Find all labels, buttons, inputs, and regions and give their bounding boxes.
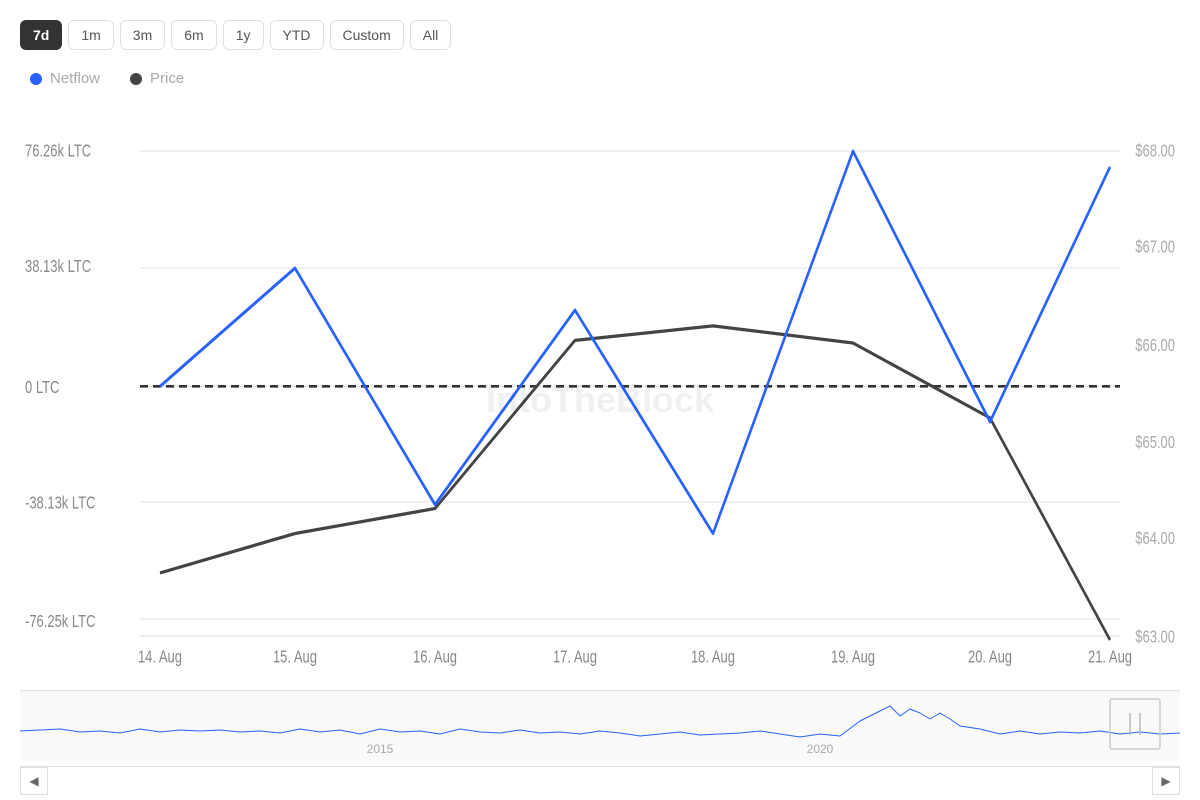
svg-text:-38.13k LTC: -38.13k LTC bbox=[25, 494, 96, 513]
legend-price: Price bbox=[130, 70, 184, 87]
svg-text:-76.25k LTC: -76.25k LTC bbox=[25, 612, 96, 631]
chart-legend: Netflow Price bbox=[20, 70, 1180, 87]
svg-text:2020: 2020 bbox=[807, 742, 834, 756]
btn-1m[interactable]: 1m bbox=[68, 20, 113, 50]
svg-text:17. Aug: 17. Aug bbox=[553, 648, 597, 667]
svg-text:15. Aug: 15. Aug bbox=[273, 648, 317, 667]
price-line bbox=[160, 326, 1110, 640]
netflow-dot bbox=[30, 73, 42, 85]
svg-text:76.26k LTC: 76.26k LTC bbox=[25, 142, 91, 161]
svg-text:2015: 2015 bbox=[367, 742, 394, 756]
svg-text:$63.00: $63.00 bbox=[1135, 628, 1175, 647]
mini-chart-container: 2015 2020 ◀ ▶ bbox=[20, 690, 1180, 790]
main-chart: IntoTheBlock 76.26k LTC 38.13k LTC 0 LTC… bbox=[20, 117, 1180, 682]
main-chart-svg: 76.26k LTC 38.13k LTC 0 LTC -38.13k LTC … bbox=[20, 117, 1180, 682]
btn-custom[interactable]: Custom bbox=[330, 20, 404, 50]
nav-right-arrow[interactable]: ▶ bbox=[1152, 767, 1180, 795]
btn-all[interactable]: All bbox=[410, 20, 452, 50]
svg-text:16. Aug: 16. Aug bbox=[413, 648, 457, 667]
btn-ytd[interactable]: YTD bbox=[270, 20, 324, 50]
btn-3m[interactable]: 3m bbox=[120, 20, 165, 50]
svg-text:21. Aug: 21. Aug bbox=[1088, 648, 1132, 667]
btn-1y[interactable]: 1y bbox=[223, 20, 264, 50]
btn-6m[interactable]: 6m bbox=[171, 20, 216, 50]
btn-7d[interactable]: 7d bbox=[20, 20, 62, 50]
svg-text:$68.00: $68.00 bbox=[1135, 142, 1175, 161]
svg-text:0 LTC: 0 LTC bbox=[25, 378, 59, 397]
svg-text:$65.00: $65.00 bbox=[1135, 433, 1175, 452]
svg-text:20. Aug: 20. Aug bbox=[968, 648, 1012, 667]
svg-text:$67.00: $67.00 bbox=[1135, 238, 1175, 257]
netflow-line bbox=[160, 151, 1110, 533]
nav-left-arrow[interactable]: ◀ bbox=[20, 767, 48, 795]
netflow-label: Netflow bbox=[50, 70, 100, 87]
price-label: Price bbox=[150, 70, 184, 87]
svg-text:$66.00: $66.00 bbox=[1135, 336, 1175, 355]
price-dot bbox=[130, 73, 142, 85]
svg-text:18. Aug: 18. Aug bbox=[691, 648, 735, 667]
svg-text:19. Aug: 19. Aug bbox=[831, 648, 875, 667]
svg-text:14. Aug: 14. Aug bbox=[138, 648, 182, 667]
svg-text:$64.00: $64.00 bbox=[1135, 529, 1175, 548]
nav-arrows: ◀ ▶ bbox=[20, 766, 1180, 794]
chart-area: IntoTheBlock 76.26k LTC 38.13k LTC 0 LTC… bbox=[20, 117, 1180, 790]
svg-text:38.13k LTC: 38.13k LTC bbox=[25, 257, 91, 276]
main-container: 7d 1m 3m 6m 1y YTD Custom All Netflow Pr… bbox=[0, 0, 1200, 800]
mini-chart-svg: 2015 2020 bbox=[20, 691, 1180, 761]
time-range-selector: 7d 1m 3m 6m 1y YTD Custom All bbox=[20, 20, 1180, 50]
legend-netflow: Netflow bbox=[30, 70, 100, 87]
